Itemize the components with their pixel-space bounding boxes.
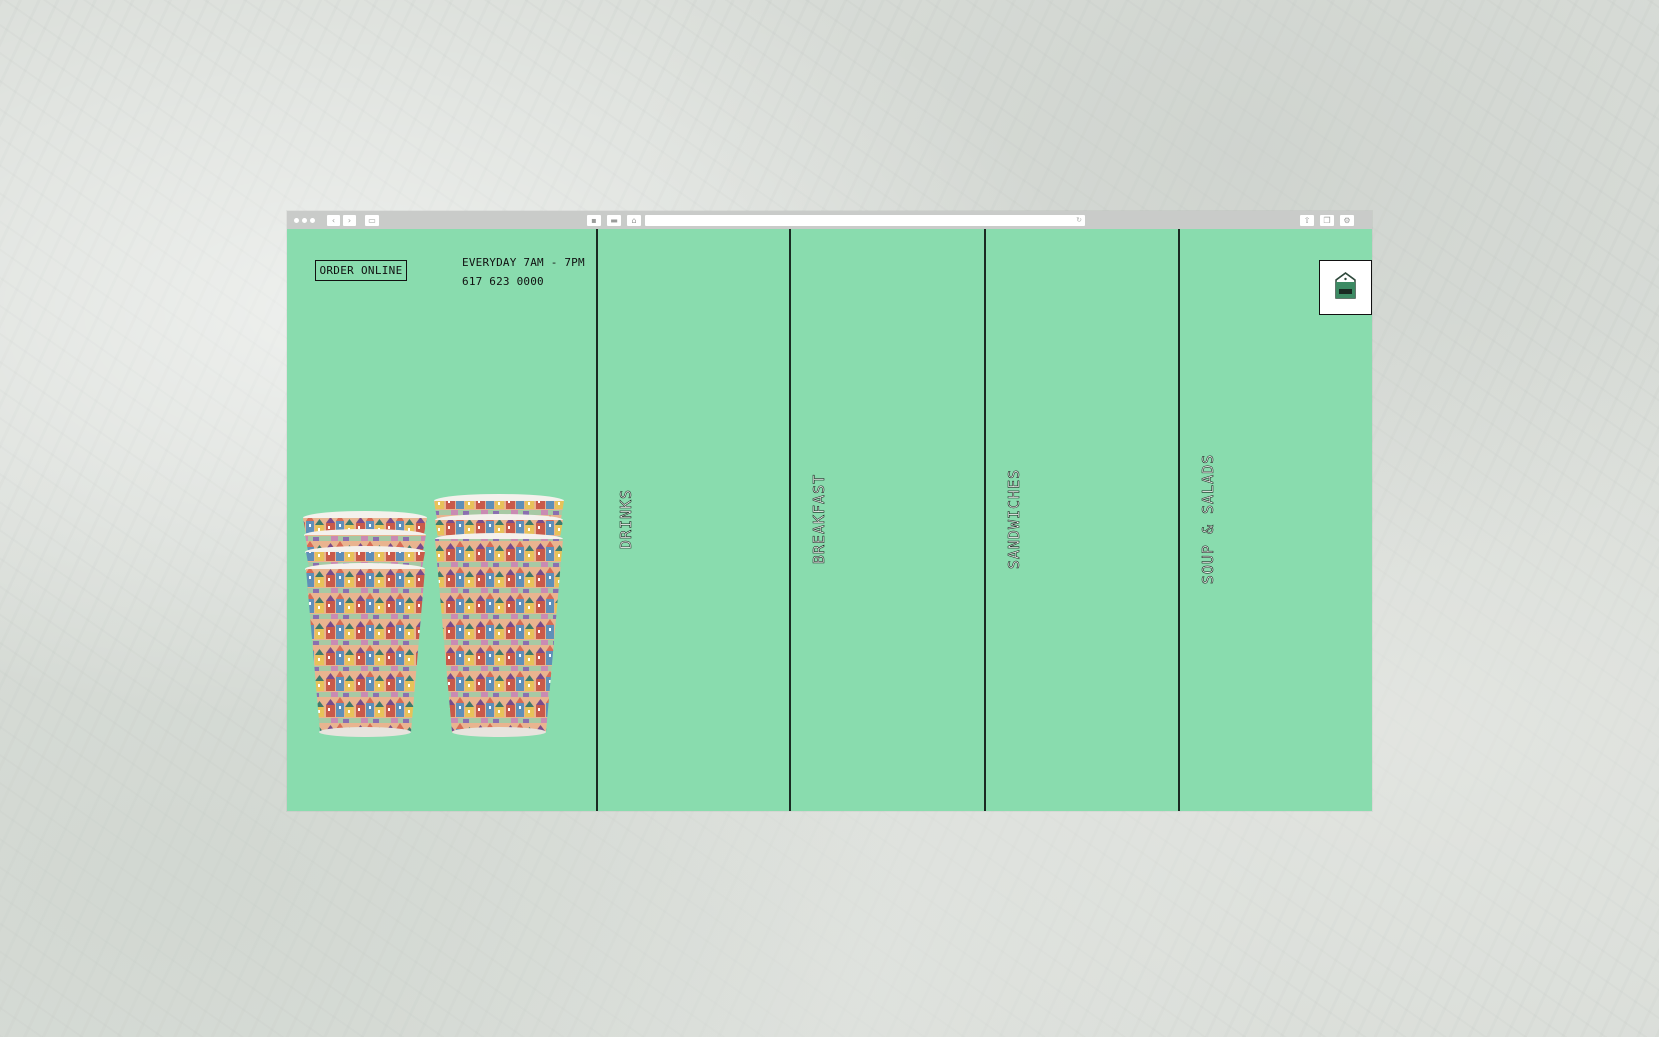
left-cup-stack (303, 511, 427, 737)
menu-label-breakfast[interactable]: BREAKFAST (810, 474, 829, 565)
menu-column-soup-salads[interactable]: SOUP & SALADS (1180, 229, 1372, 811)
browser-toolbar: ‹ › ▭ ▪ ▬ ⌂ ↻ ⇧ ❐ ⚙ (287, 211, 1372, 229)
settings-icon[interactable]: ⚙ (1340, 215, 1354, 226)
home-logo-button[interactable] (1319, 260, 1372, 315)
print-icon[interactable]: ▪ (587, 215, 601, 226)
home-icon[interactable]: ⌂ (627, 215, 641, 226)
sidebar-icon[interactable]: ▭ (365, 215, 379, 226)
menu-label-sandwiches[interactable]: SANDWICHES (1005, 469, 1024, 570)
chevron-left-icon[interactable]: ‹ (327, 215, 340, 226)
reload-icon[interactable]: ↻ (1076, 215, 1082, 226)
chevron-right-icon[interactable]: › (343, 215, 356, 226)
menu-label-soup-salads[interactable]: SOUP & SALADS (1199, 453, 1218, 584)
menu-column-drinks[interactable]: DRINKS (598, 229, 789, 811)
address-bar[interactable]: ↻ (645, 215, 1085, 226)
menu-label-drinks[interactable]: DRINKS (617, 489, 636, 550)
close-window-dot[interactable] (294, 218, 299, 223)
order-online-button[interactable]: ORDER ONLINE (315, 260, 407, 281)
stacked-cups-image (303, 494, 564, 737)
share-icon[interactable]: ⇧ (1300, 215, 1314, 226)
reader-icon[interactable]: ▬ (607, 215, 621, 226)
minimize-window-dot[interactable] (302, 218, 307, 223)
page-content: ORDER ONLINE EVERYDAY 7AM - 7PM 617 623 … (287, 229, 1372, 811)
tabs-icon[interactable]: ❐ (1320, 215, 1334, 226)
menu-column-breakfast[interactable]: BREAKFAST (791, 229, 984, 811)
phone-number[interactable]: 617 623 0000 (462, 275, 544, 288)
house-logo-icon (1335, 272, 1356, 299)
opening-hours: EVERYDAY 7AM - 7PM (462, 256, 585, 269)
browser-window: ‹ › ▭ ▪ ▬ ⌂ ↻ ⇧ ❐ ⚙ ORDER ONLINE EVERYDA… (287, 211, 1372, 811)
right-cup-stack (434, 494, 564, 737)
maximize-window-dot[interactable] (310, 218, 315, 223)
menu-column-sandwiches[interactable]: SANDWICHES (986, 229, 1178, 811)
